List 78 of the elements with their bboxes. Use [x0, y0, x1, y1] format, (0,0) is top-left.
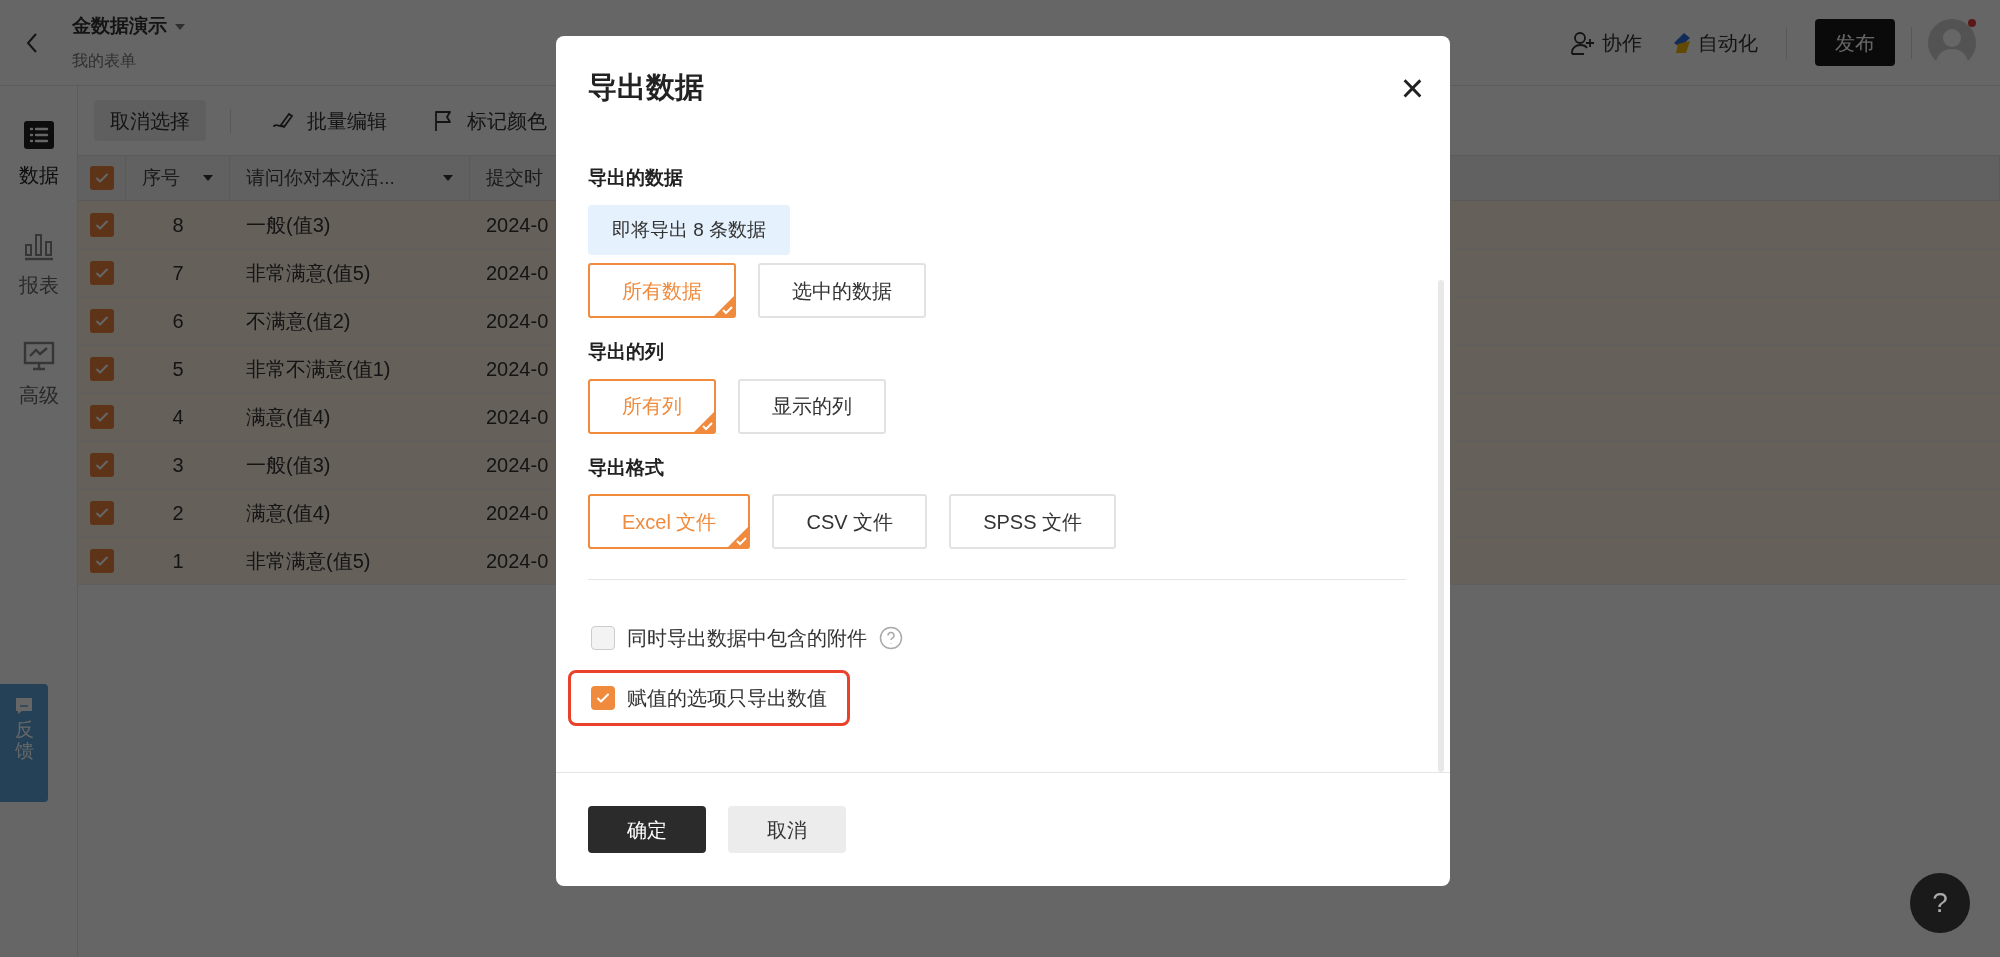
help-icon[interactable]: [879, 626, 903, 650]
table-cell-text: 4: [171, 404, 185, 430]
table-cell-text: 7: [171, 260, 185, 286]
header-action-button[interactable]: 自动化: [1670, 27, 1758, 58]
avatar-icon[interactable]: [1928, 18, 1976, 67]
checkbox[interactable]: [591, 686, 615, 710]
sort-caret-icon[interactable]: [443, 175, 453, 181]
table-cell-text: 2: [171, 500, 185, 526]
scrollbar[interactable]: [1438, 280, 1444, 772]
info-note: 即将导出 8 条数据: [588, 204, 791, 255]
table-cell-text: 满意(值4): [245, 500, 332, 526]
table-cell-text: 2024-0: [485, 500, 550, 526]
selected-corner-icon: [728, 527, 749, 547]
checkbox-label[interactable]: 赋值的选项只导出数值: [627, 683, 827, 713]
option-button[interactable]: 显示的列: [738, 378, 886, 434]
toolbar-button[interactable]: 标记颜色: [415, 100, 563, 141]
dialog-title: 导出数据: [588, 70, 704, 106]
table-cell-text: 一般(值3): [245, 212, 332, 238]
close-button[interactable]: ×: [1400, 68, 1424, 108]
header-action-button[interactable]: 协作: [1570, 27, 1642, 58]
selected-corner-icon: [714, 296, 734, 316]
sidebar-item[interactable]: 数据: [18, 120, 59, 190]
list-icon: [22, 120, 55, 152]
publish-button[interactable]: 发布: [1815, 19, 1895, 66]
row-checkbox[interactable]: [90, 500, 114, 525]
feedback-tab[interactable]: 反馈: [0, 684, 48, 802]
dialog-button[interactable]: 确定: [588, 806, 706, 853]
option-button[interactable]: CSV 文件: [772, 494, 928, 549]
presentation-chart-icon: [22, 340, 55, 372]
option-button[interactable]: 所有数据: [588, 263, 736, 318]
checkbox[interactable]: [591, 626, 615, 650]
toolbar-button[interactable]: 批量编辑: [255, 100, 403, 141]
dialog-button[interactable]: 取消: [728, 806, 846, 853]
row-checkbox[interactable]: [90, 212, 114, 237]
section-label: 导出的数据: [588, 166, 684, 190]
row-checkbox[interactable]: [90, 260, 114, 285]
row-checkbox[interactable]: [90, 356, 114, 381]
table-cell-text: 2024-0: [485, 308, 550, 334]
row-checkbox[interactable]: [90, 308, 114, 333]
table-cell-text: 一般(值3): [245, 452, 332, 478]
table-cell-text: 1: [171, 548, 185, 574]
table-cell-text: 5: [171, 356, 185, 382]
help-button[interactable]: ?: [1910, 873, 1970, 933]
option-button[interactable]: Excel 文件: [588, 494, 751, 549]
section-label: 导出的列: [588, 340, 665, 364]
column-header[interactable]: 序号: [126, 156, 230, 200]
table-cell-text: 6: [171, 308, 185, 334]
table-cell-text: 不满意(值2): [245, 308, 352, 334]
sidebar-item[interactable]: 高级: [18, 340, 59, 410]
row-checkbox[interactable]: [90, 404, 114, 429]
table-cell-text: 2024-0: [485, 452, 550, 478]
table-cell-text: 2024-0: [485, 212, 550, 238]
table-cell-text: 2024-0: [485, 404, 550, 430]
row-checkbox[interactable]: [90, 548, 114, 573]
option-button[interactable]: SPSS 文件: [949, 494, 1117, 549]
row-checkbox[interactable]: [90, 452, 114, 477]
chat-icon: [14, 696, 34, 716]
table-cell-text: 2024-0: [485, 356, 550, 382]
selected-corner-icon: [694, 411, 714, 432]
sidebar-item[interactable]: 报表: [18, 230, 59, 300]
option-button[interactable]: 所有列: [588, 378, 716, 434]
section-label: 导出格式: [588, 455, 665, 480]
toolbar-button[interactable]: 取消选择: [94, 100, 206, 141]
table-cell-text: 2024-0: [485, 548, 550, 574]
table-cell-text: 非常不满意(值1): [245, 356, 392, 382]
select-all-checkbox[interactable]: [89, 166, 114, 190]
column-header[interactable]: 请问你对本次活...: [230, 156, 470, 200]
table-cell-text: 非常满意(值5): [245, 260, 372, 286]
checkbox-label[interactable]: 同时导出数据中包含的附件: [627, 623, 867, 653]
dropdown-caret-icon[interactable]: [175, 23, 185, 30]
form-title: 金数据演示: [72, 14, 167, 39]
option-button[interactable]: 选中的数据: [758, 263, 926, 318]
table-cell-text: 3: [171, 452, 185, 478]
sort-caret-icon[interactable]: [203, 175, 213, 181]
table-cell-text: 8: [171, 212, 185, 238]
table-cell-text: 非常满意(值5): [245, 548, 372, 574]
table-cell-text: 满意(值4): [245, 404, 332, 430]
table-cell-text: 2024-0: [485, 260, 550, 286]
